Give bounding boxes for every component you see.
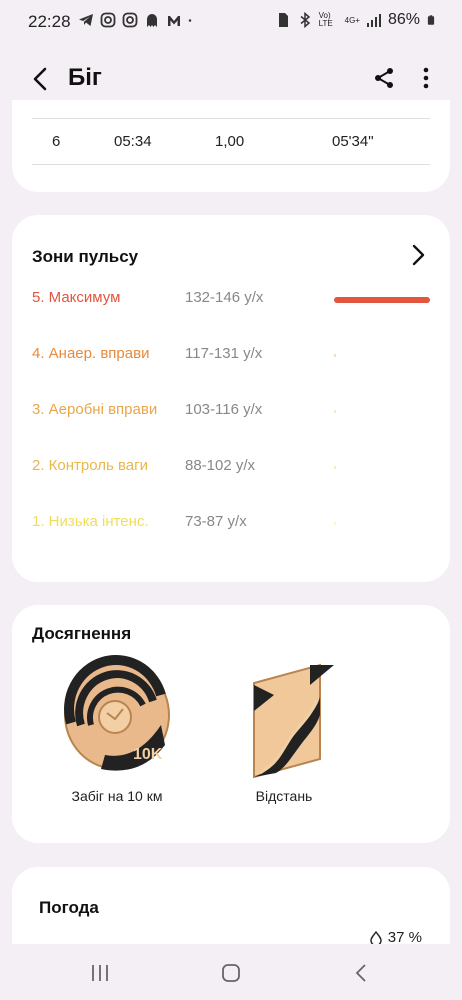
dot-icon bbox=[188, 19, 192, 22]
splits-card: 6 05:34 1,00 05'34" bbox=[12, 100, 450, 192]
signal-icon bbox=[366, 14, 381, 27]
zone-range: 103-116 у/х bbox=[185, 401, 263, 418]
share-icon[interactable] bbox=[372, 66, 396, 90]
water-drop-icon bbox=[370, 930, 382, 945]
heart-rate-zones-card[interactable]: Зони пульсу 5. Максимум 132-146 у/х 4. А… bbox=[12, 215, 450, 582]
zone-bar bbox=[334, 409, 430, 415]
zone-name: 4. Анаер. вправи bbox=[32, 345, 150, 362]
bluetooth-icon bbox=[300, 12, 310, 28]
network-label: 4G+ bbox=[344, 15, 360, 25]
back-icon[interactable] bbox=[350, 962, 374, 984]
chevron-right-icon[interactable] bbox=[408, 243, 428, 267]
zone-name: 3. Аеробні вправи bbox=[32, 401, 158, 418]
zone-bar bbox=[334, 521, 430, 527]
zone-name: 2. Контроль ваги bbox=[32, 457, 148, 474]
achievement-label: Відстань bbox=[255, 788, 313, 804]
recent-apps-icon[interactable] bbox=[88, 962, 112, 984]
zone-bar-fill bbox=[334, 354, 336, 357]
volte-label: Vo) LTE bbox=[318, 11, 333, 28]
system-nav-bar bbox=[0, 944, 462, 1000]
zone-range: 88-102 у/х bbox=[185, 457, 256, 474]
instagram-icon bbox=[100, 12, 116, 28]
zone-row-3: 3. Аеробні вправи 103-116 у/х bbox=[12, 401, 450, 423]
zone-name: 5. Максимум bbox=[32, 289, 121, 306]
zone-row-2: 2. Контроль ваги 88-102 у/х bbox=[12, 457, 450, 479]
zone-bar bbox=[334, 297, 430, 303]
more-options-icon[interactable] bbox=[418, 66, 434, 90]
zone-row-5: 5. Максимум 132-146 у/х bbox=[12, 289, 450, 311]
zone-row-1: 1. Низька інтенс. 73-87 у/х bbox=[12, 513, 450, 535]
status-bar: 22:28 Vo) LTE 4G+ 86% bbox=[0, 0, 462, 42]
zone-range: 73-87 у/х bbox=[185, 513, 247, 530]
zone-bar-fill bbox=[334, 297, 430, 303]
split-time: 05:34 bbox=[114, 133, 152, 150]
telegram-icon bbox=[79, 14, 93, 26]
10k-run-badge-icon: 10K bbox=[64, 655, 170, 771]
instagram-icon bbox=[122, 12, 138, 28]
achievement-label: Забіг на 10 км bbox=[71, 788, 163, 804]
zone-row-4: 4. Анаер. вправи 117-131 у/х bbox=[12, 345, 450, 367]
zone-bar bbox=[334, 465, 430, 471]
achievements-title: Досягнення bbox=[32, 624, 132, 643]
split-lap: 6 bbox=[52, 133, 61, 150]
sim-icon bbox=[278, 13, 288, 27]
split-divider bbox=[32, 118, 430, 119]
achievements-card: Досягнення 10K Забіг на 10 км Відстань bbox=[12, 605, 450, 843]
weather-title: Погода bbox=[39, 898, 99, 917]
distance-flag-badge-icon bbox=[253, 663, 334, 779]
achievement-badge[interactable]: Відстань bbox=[224, 655, 344, 804]
zone-bar-fill bbox=[334, 410, 336, 413]
split-divider bbox=[32, 164, 430, 165]
split-pace: 05'34" bbox=[332, 133, 374, 150]
system-icons: Vo) LTE 4G+ 86% bbox=[275, 11, 436, 29]
zone-bar-fill bbox=[334, 522, 336, 525]
zone-range: 117-131 у/х bbox=[185, 345, 263, 362]
ghost-icon bbox=[147, 14, 157, 27]
zone-bar bbox=[334, 353, 430, 359]
battery-percent: 86% bbox=[387, 11, 420, 28]
zone-name: 1. Низька інтенс. bbox=[32, 513, 149, 530]
badge-10k-text: 10K bbox=[133, 746, 163, 763]
zones-title: Зони пульсу bbox=[32, 247, 139, 266]
notification-icons bbox=[78, 12, 196, 28]
zone-bar-fill bbox=[334, 466, 336, 469]
battery-icon bbox=[427, 15, 435, 25]
split-distance: 1,00 bbox=[215, 133, 245, 150]
home-icon[interactable] bbox=[219, 962, 243, 984]
status-time: 22:28 bbox=[28, 12, 71, 31]
zone-range: 132-146 у/х bbox=[185, 289, 264, 306]
page-title: Біг bbox=[68, 64, 102, 91]
back-arrow-icon[interactable] bbox=[26, 64, 56, 94]
split-row: 6 05:34 1,00 05'34" bbox=[12, 133, 450, 153]
gmail-m-icon bbox=[168, 16, 180, 26]
achievement-badge[interactable]: 10K Забіг на 10 км bbox=[57, 655, 177, 804]
